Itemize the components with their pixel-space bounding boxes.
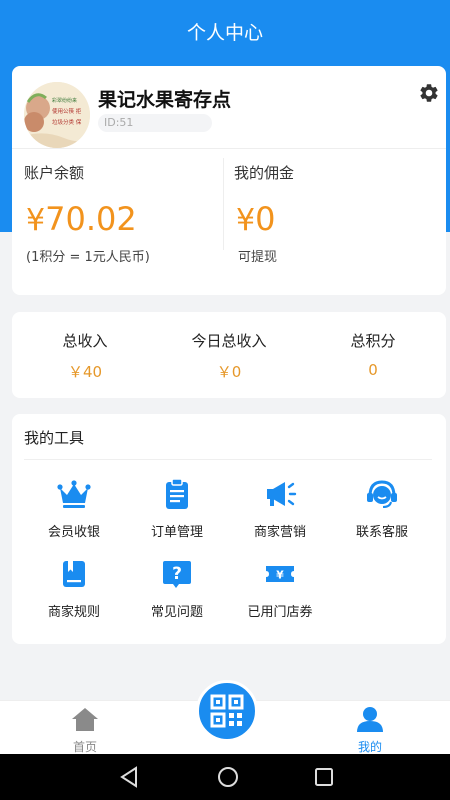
tool-label: 常见问题: [150, 605, 203, 620]
tool-label: 商家营销: [253, 525, 306, 540]
stat-today-income[interactable]: 今日总收入 ￥0: [164, 312, 294, 382]
stat-label: 今日总收入: [191, 332, 267, 350]
tool-label: 商家规则: [47, 605, 100, 620]
stat-label: 总积分: [350, 332, 396, 350]
avatar-text-2: 使用公筷 拒: [52, 107, 82, 115]
svg-text:¥: ¥: [276, 569, 284, 582]
stat-total-points[interactable]: 总积分 0: [308, 312, 438, 379]
nav-mine-label: 我的: [357, 740, 382, 754]
gear-icon: [420, 84, 438, 102]
tools-card: 我的工具 会员收银 订单管理 商家营销 联系客服 商家规则 ? 常见问题 ¥ 已…: [12, 414, 446, 644]
stat-total-income[interactable]: 总收入 ￥40: [20, 312, 150, 382]
tool-faq[interactable]: ? 常见问题: [127, 556, 227, 620]
tool-member-checkout[interactable]: 会员收银: [24, 476, 124, 540]
store-name: 果记水果寄存点: [98, 89, 232, 111]
stats-card: 总收入 ￥40 今日总收入 ￥0 总积分 0: [12, 312, 446, 398]
question-icon: ?: [163, 561, 191, 588]
tool-label: 订单管理: [150, 525, 203, 540]
account-balance-note: (1积分 = 1元人民币): [26, 250, 150, 265]
system-nav-bar: [0, 754, 450, 800]
stat-value: 0: [368, 361, 378, 379]
tool-label: 已用门店券: [247, 605, 313, 620]
avatar-text-1: 彩翠纷纷来: [52, 97, 77, 104]
commission-value[interactable]: ¥0: [236, 200, 275, 238]
headset-icon: [367, 480, 397, 508]
rulebook-icon: [63, 561, 85, 587]
nav-home[interactable]: 首页: [45, 706, 125, 755]
ticket-icon: ¥: [266, 566, 294, 582]
settings-button[interactable]: [418, 82, 440, 104]
tool-customer-service[interactable]: 联系客服: [332, 476, 432, 540]
qr-code-icon: [210, 694, 244, 728]
tool-merchant-marketing[interactable]: 商家营销: [230, 476, 330, 540]
profile-card: 彩翠纷纷来 使用公筷 拒 垃圾分类 保 果记水果寄存点 ID:51 账户余额 ¥…: [12, 66, 446, 295]
avatar[interactable]: 彩翠纷纷来 使用公筷 拒 垃圾分类 保: [24, 82, 90, 148]
nav-mine[interactable]: 我的: [330, 706, 410, 755]
profile-divider: [12, 148, 446, 149]
tool-label: 会员收银: [47, 525, 100, 540]
commission-note: 可提现: [238, 250, 278, 265]
tool-used-store-coupons[interactable]: ¥ 已用门店券: [230, 556, 330, 620]
tool-merchant-rules[interactable]: 商家规则: [24, 556, 124, 620]
crown-icon: [57, 480, 91, 508]
store-id: ID:51: [98, 114, 212, 132]
user-icon: [357, 707, 383, 732]
megaphone-icon: [267, 482, 297, 506]
tools-title: 我的工具: [24, 429, 85, 447]
back-icon[interactable]: [118, 765, 142, 789]
tools-divider: [24, 459, 432, 460]
scan-qr-button[interactable]: [196, 680, 258, 742]
page-title: 个人中心: [186, 21, 263, 44]
stat-label: 总收入: [62, 332, 108, 350]
account-balance-value[interactable]: ¥70.02: [26, 200, 137, 238]
tool-order-management[interactable]: 订单管理: [127, 476, 227, 540]
nav-home-label: 首页: [72, 740, 97, 754]
avatar-text-3: 垃圾分类 保: [52, 118, 82, 126]
home-icon: [72, 708, 98, 731]
commission-label: 我的佣金: [234, 164, 295, 182]
svg-text:?: ?: [172, 564, 182, 584]
stat-value: ￥0: [216, 363, 242, 381]
home-circle-icon[interactable]: [216, 765, 240, 789]
tool-label: 联系客服: [355, 525, 408, 540]
clipboard-icon: [166, 478, 188, 509]
stat-value: ￥40: [67, 363, 103, 381]
recents-icon[interactable]: [312, 765, 336, 789]
account-balance-label: 账户余额: [24, 164, 85, 182]
balance-divider: [223, 158, 224, 250]
